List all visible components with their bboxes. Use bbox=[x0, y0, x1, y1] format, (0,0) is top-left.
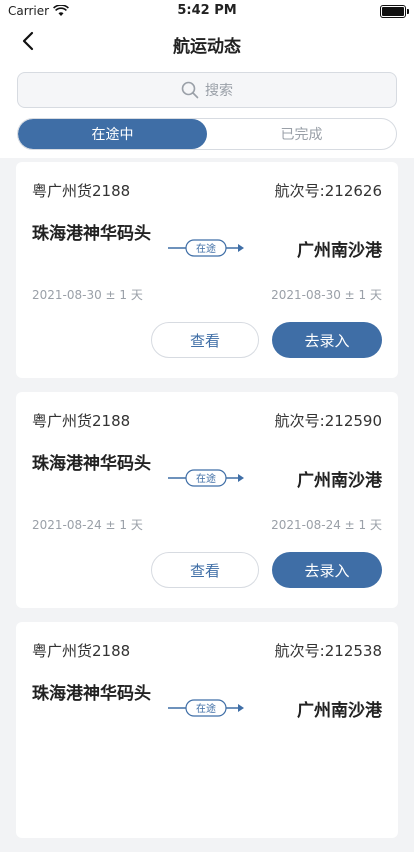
clock: 5:42 PM bbox=[177, 3, 237, 18]
status-tag-label: 在途 bbox=[196, 472, 216, 485]
status-tag-label: 在途 bbox=[196, 242, 216, 255]
in-transit-arrow-icon: 在途 bbox=[168, 469, 244, 487]
voyage-card[interactable]: 粤广州货2188 航次号:212590 珠海港神华码头 在途 广州南沙港 202… bbox=[16, 392, 398, 608]
status-tag-label: 在途 bbox=[196, 702, 216, 715]
ship-name: 粤广州货2188 bbox=[32, 642, 131, 660]
search-icon bbox=[181, 81, 199, 99]
go-entry-button[interactable]: 去录入 bbox=[272, 322, 382, 358]
ship-name: 粤广州货2188 bbox=[32, 412, 131, 430]
voyage-card[interactable]: 粤广州货2188 航次号:212538 珠海港神华码头 在途 广州南沙港 bbox=[16, 622, 398, 838]
page-title: 航运动态 bbox=[173, 37, 241, 57]
battery-icon bbox=[380, 5, 409, 18]
destination-port: 广州南沙港 bbox=[297, 701, 382, 721]
voyage-number: 航次号:212626 bbox=[274, 182, 382, 200]
voyage-number: 航次号:212538 bbox=[274, 642, 382, 660]
header-area: Carrier 5:42 PM 航运动态 搜索 在途中 已完成 bbox=[0, 0, 414, 158]
in-transit-arrow-icon: 在途 bbox=[168, 699, 244, 717]
view-button[interactable]: 查看 bbox=[151, 552, 259, 588]
go-entry-button[interactable]: 去录入 bbox=[272, 552, 382, 588]
search-placeholder: 搜索 bbox=[205, 83, 233, 99]
origin-port: 珠海港神华码头 bbox=[32, 684, 151, 704]
in-transit-arrow-icon: 在途 bbox=[168, 239, 244, 257]
search-input[interactable]: 搜索 bbox=[17, 72, 397, 108]
ship-name: 粤广州货2188 bbox=[32, 182, 131, 200]
tab-completed[interactable]: 已完成 bbox=[207, 119, 396, 149]
departure-date: 2021-08-30 ± 1 天 bbox=[32, 288, 143, 302]
voyage-number: 航次号:212590 bbox=[274, 412, 382, 430]
arrival-date: 2021-08-30 ± 1 天 bbox=[271, 288, 382, 302]
destination-port: 广州南沙港 bbox=[297, 241, 382, 261]
origin-port: 珠海港神华码头 bbox=[32, 454, 151, 474]
voyage-card[interactable]: 粤广州货2188 航次号:212626 珠海港神华码头 在途 广州南沙港 202… bbox=[16, 162, 398, 378]
voyage-list: 粤广州货2188 航次号:212626 珠海港神华码头 在途 广州南沙港 202… bbox=[0, 162, 414, 852]
arrival-date: 2021-08-24 ± 1 天 bbox=[271, 518, 382, 532]
view-button[interactable]: 查看 bbox=[151, 322, 259, 358]
origin-port: 珠海港神华码头 bbox=[32, 224, 151, 244]
departure-date: 2021-08-24 ± 1 天 bbox=[32, 518, 143, 532]
status-tabs: 在途中 已完成 bbox=[17, 118, 397, 150]
destination-port: 广州南沙港 bbox=[297, 471, 382, 491]
navigation-bar: 航运动态 bbox=[0, 24, 414, 60]
tab-in-transit[interactable]: 在途中 bbox=[18, 119, 207, 149]
status-bar: Carrier 5:42 PM bbox=[0, 0, 414, 22]
